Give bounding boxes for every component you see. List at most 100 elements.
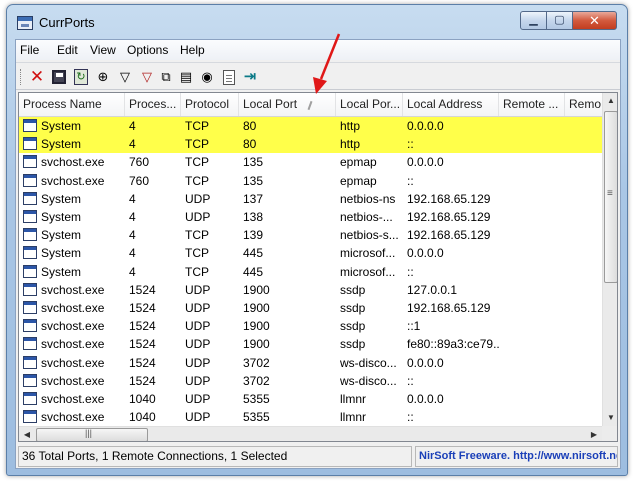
cell-local-address: :: [407,264,414,279]
cell-protocol: UDP [185,301,211,315]
table-cell [565,190,602,208]
cell-local-port-name: ssdp [340,282,366,297]
menu-help[interactable]: Help [180,43,205,57]
column-header-process-name[interactable]: Process Name [19,93,125,116]
cell-local-port-name: netbios-... [340,210,393,224]
column-header-local-address[interactable]: Local Address [403,93,499,116]
cell-process-id: 760 [129,155,150,170]
table-cell: ssdp [336,299,403,317]
cell-local-port-name: ssdp [340,337,366,352]
scroll-corner [602,426,617,441]
table-row[interactable]: svchost.exe 1524 UDP 1900 ssdp 127.0.0.1 [19,281,602,299]
column-header-protocol[interactable]: Protocol [181,93,239,116]
horizontal-scrollbar[interactable]: ◀ ▶ [19,426,602,441]
horizontal-scroll-thumb[interactable] [36,428,148,441]
cell-local-port-name: http [340,137,361,152]
filter-remove-icon[interactable]: ▽ [138,68,156,86]
menu-file[interactable]: File [20,43,39,57]
table-row[interactable]: svchost.exe 1524 UDP 1900 ssdp fe80::89a3:ce7… [19,335,602,353]
table-row[interactable]: System 4 TCP 445 microsof...:: [19,263,602,281]
table-row[interactable]: svchost.exe 1524 UDP 3702 ws-disco... 0.0.0.0 [19,354,602,372]
network-icon[interactable]: ⊕ [94,68,112,86]
cell-local-port: 5355 [243,410,270,425]
table-cell: svchost.exe [19,372,125,390]
menu-options[interactable]: Options [127,43,168,57]
table-row[interactable]: svchost.exe 1040 UDP 5355 llmnr 0.0.0.0 [19,390,602,408]
table-cell [565,372,602,390]
minimize-button[interactable]: ▁ [520,11,547,30]
cell-local-address: fe80::89a3:ce79... [407,337,499,352]
cell-process-name: svchost.exe [41,337,105,352]
table-cell: llmnr [336,390,403,408]
table-cell: 1900 [239,317,336,335]
table-cell: microsof... [336,244,403,262]
table-cell [565,354,602,372]
cell-protocol: TCP [185,155,209,170]
find-binoculars-icon[interactable]: ◉ [198,68,216,86]
table-row[interactable]: svchost.exe 1524 UDP 1900 ssdp 192.168.65.129 [19,299,602,317]
column-header-local-port-name[interactable]: Local Por... [336,93,403,116]
vertical-scroll-thumb[interactable] [604,111,617,283]
nirsoft-link[interactable]: NirSoft Freeware. http://www.nirsoft.ne [415,446,618,467]
table-cell [499,408,565,426]
table-cell: 4 [125,263,181,281]
cell-process-name: svchost.exe [41,410,105,425]
cell-local-port: 445 [243,264,264,279]
table-row[interactable]: System 4 TCP 80 http:: [19,135,602,154]
scroll-up-icon[interactable]: ▲ [603,93,617,109]
scroll-left-icon[interactable]: ◀ [19,427,35,441]
scroll-right-icon[interactable]: ▶ [586,427,602,441]
table-cell: TCP [181,135,239,153]
table-row[interactable]: svchost.exe 1040 UDP 5355 llmnr:: [19,408,602,426]
menu-edit[interactable]: Edit [57,43,78,57]
filter-icon[interactable]: ▽ [116,68,134,86]
table-cell: System [19,190,125,208]
table-row[interactable]: System 4 UDP 137 netbios-ns 192.168.65.129 [19,190,602,208]
table-row[interactable]: System 4 TCP 80 http 0.0.0.0 [19,117,602,135]
table-cell [499,317,565,335]
close-button[interactable]: ✕ [572,11,617,30]
vertical-scrollbar[interactable]: ▲ ▼ [602,93,617,426]
cell-process-id: 4 [129,137,136,152]
table-cell [565,335,602,353]
cell-process-id: 1524 [129,373,156,388]
table-row[interactable]: svchost.exe 760 TCP 135 epmap:: [19,172,602,190]
table-cell: 1900 [239,299,336,317]
exit-icon[interactable]: ⇥ [241,68,259,86]
table-cell: epmap [336,153,403,171]
table-cell [499,354,565,372]
table-row[interactable]: svchost.exe 1524 UDP 3702 ws-disco...:: [19,372,602,390]
column-header-process-id[interactable]: Proces... [125,93,181,116]
save-icon[interactable] [52,70,66,84]
column-header-remote-port[interactable]: Remote ... [499,93,565,116]
copy-icon[interactable]: ⧉ [157,68,175,86]
table-row[interactable]: System 4 TCP 139 netbios-s... 192.168.65.129 [19,226,602,244]
maximize-button[interactable]: ▢ [546,11,573,30]
title-bar[interactable]: CurrPorts ▁ ▢ ✕ [7,5,627,39]
table-cell [565,244,602,262]
refresh-icon[interactable]: ↻ [74,69,88,85]
list-header: Process Name Proces... Protocol Local Po… [19,93,602,117]
menu-view[interactable]: View [90,43,116,57]
table-cell: netbios-s... [336,226,403,244]
column-header-remote-port-name[interactable]: Remo [565,93,602,116]
ports-list[interactable]: Process Name Proces... Protocol Local Po… [18,92,618,442]
table-cell: UDP [181,299,239,317]
cell-local-port: 1900 [243,282,270,297]
cell-local-port: 5355 [243,392,270,406]
properties-icon[interactable]: ▤ [177,68,195,86]
column-header-local-port[interactable]: Local Port [239,93,336,116]
cell-local-address: 0.0.0.0 [407,119,444,133]
scroll-down-icon[interactable]: ▼ [603,410,617,426]
table-cell: 1524 [125,372,181,390]
delete-x-icon[interactable]: ✕ [28,68,46,86]
table-row[interactable]: svchost.exe 1524 UDP 1900 ssdp::1 [19,317,602,335]
table-cell: http [336,117,403,135]
table-cell: 4 [125,208,181,226]
table-row[interactable]: svchost.exe 760 TCP 135 epmap 0.0.0.0 [19,153,602,171]
html-report-icon[interactable] [223,70,235,85]
table-row[interactable]: System 4 UDP 138 netbios-... 192.168.65.129 [19,208,602,226]
table-row[interactable]: System 4 TCP 445 microsof... 0.0.0.0 [19,244,602,262]
table-cell: svchost.exe [19,172,125,190]
cell-protocol: UDP [185,210,211,224]
